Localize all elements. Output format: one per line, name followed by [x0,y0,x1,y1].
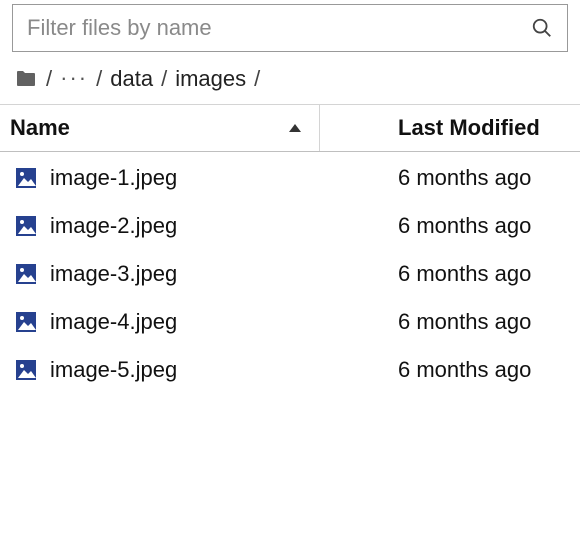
file-main: image-3.jpeg [0,261,320,287]
image-icon [14,310,38,334]
file-name: image-2.jpeg [50,213,177,239]
file-name: image-3.jpeg [50,261,177,287]
table-row[interactable]: image-2.jpeg 6 months ago [0,202,580,250]
file-modified: 6 months ago [320,165,580,191]
table-row[interactable]: image-5.jpeg 6 months ago [0,346,580,394]
breadcrumb-segment[interactable]: images [175,66,246,92]
filter-bar [12,4,568,52]
column-header-modified-label: Last Modified [398,115,540,141]
column-header-name[interactable]: Name [0,105,320,151]
image-icon [14,262,38,286]
breadcrumb-segment[interactable]: data [110,66,153,92]
file-modified: 6 months ago [320,213,580,239]
file-name: image-1.jpeg [50,165,177,191]
file-modified: 6 months ago [320,261,580,287]
folder-icon[interactable] [14,67,38,91]
file-main: image-5.jpeg [0,357,320,383]
file-main: image-1.jpeg [0,165,320,191]
column-header-modified[interactable]: Last Modified [320,105,580,151]
breadcrumb: / ··· / data / images / [0,52,580,104]
breadcrumb-ellipsis[interactable]: ··· [60,67,88,89]
breadcrumb-separator: / [46,66,52,92]
file-main: image-2.jpeg [0,213,320,239]
table-row[interactable]: image-3.jpeg 6 months ago [0,250,580,298]
file-modified: 6 months ago [320,357,580,383]
search-icon[interactable] [531,17,553,39]
table-header: Name Last Modified [0,104,580,152]
breadcrumb-separator: / [254,66,260,92]
breadcrumb-separator: / [161,66,167,92]
file-name: image-4.jpeg [50,309,177,335]
breadcrumb-separator: / [96,66,102,92]
image-icon [14,358,38,382]
sort-ascending-icon [289,124,301,132]
column-header-name-label: Name [10,115,70,141]
image-icon [14,214,38,238]
filter-input[interactable] [27,15,531,41]
table-row[interactable]: image-4.jpeg 6 months ago [0,298,580,346]
image-icon [14,166,38,190]
file-list: image-1.jpeg 6 months ago image-2.jpeg 6… [0,152,580,394]
file-modified: 6 months ago [320,309,580,335]
table-row[interactable]: image-1.jpeg 6 months ago [0,154,580,202]
file-main: image-4.jpeg [0,309,320,335]
file-name: image-5.jpeg [50,357,177,383]
